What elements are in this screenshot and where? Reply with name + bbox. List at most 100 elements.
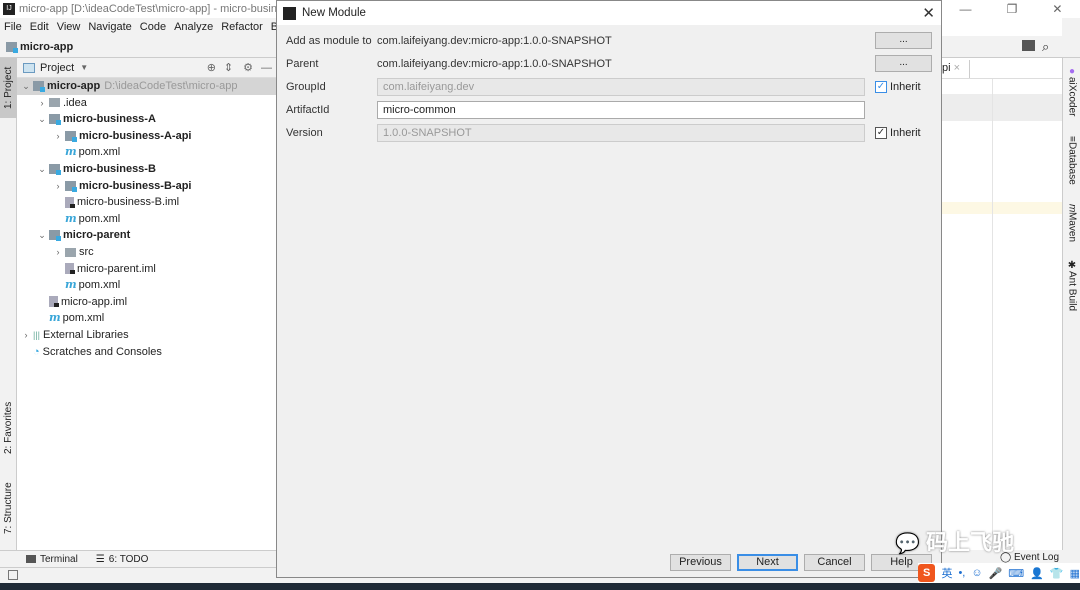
- microphone-icon[interactable]: 🎤: [989, 567, 1003, 580]
- cancel-button[interactable]: Cancel: [804, 554, 865, 571]
- parent-browse-button[interactable]: ...: [875, 55, 932, 72]
- tree-item[interactable]: › ||| External Libraries: [17, 327, 276, 344]
- tree-item[interactable]: ⌄ micro-parent: [17, 227, 276, 244]
- tab-structure[interactable]: 7: Structure: [0, 473, 17, 543]
- previous-button[interactable]: Previous: [670, 554, 731, 571]
- tab-todo[interactable]: 6: TODO: [109, 554, 149, 565]
- tree-item-label: micro-parent: [63, 229, 131, 242]
- tree-item-label: micro-business-A-api: [79, 129, 192, 142]
- menu-navigate[interactable]: Navigate: [88, 21, 131, 33]
- event-log-icon: ◯: [1000, 552, 1012, 563]
- close-icon[interactable]: ✕: [922, 4, 935, 22]
- tab-ant-build[interactable]: ✱ Ant Build: [1063, 260, 1080, 320]
- tree-item[interactable]: m pom.xml: [17, 144, 276, 161]
- chevron-right-icon[interactable]: ›: [51, 128, 65, 145]
- tab-maven[interactable]: m Maven: [1063, 204, 1080, 249]
- editor-tab[interactable]: pi ×: [942, 60, 970, 78]
- main-toolbar: ⌕: [942, 36, 1062, 58]
- menu-file[interactable]: File: [4, 21, 22, 33]
- tree-item[interactable]: › .idea: [17, 95, 276, 112]
- version-inherit-checkbox[interactable]: ✓ Inherit: [875, 127, 921, 139]
- tree-item[interactable]: ⌄ micro-business-B: [17, 161, 276, 178]
- punctuation-icon[interactable]: •,: [958, 567, 965, 579]
- module-icon: [49, 230, 61, 242]
- iml-file-icon: [65, 196, 75, 208]
- tree-item-label: pom.xml: [62, 312, 105, 325]
- chevron-down-icon[interactable]: ⌄: [35, 111, 49, 128]
- gear-icon[interactable]: ⚙: [243, 61, 253, 74]
- version-input[interactable]: 1.0.0-SNAPSHOT: [377, 124, 865, 142]
- groupid-inherit-checkbox[interactable]: ✓ Inherit: [875, 81, 921, 93]
- grid-icon[interactable]: ▦: [1070, 567, 1080, 580]
- tree-item[interactable]: m pom.xml: [17, 310, 276, 327]
- add-as-module-browse-button[interactable]: ...: [875, 32, 932, 49]
- search-icon[interactable]: ⌕: [1042, 39, 1049, 55]
- tree-item-label: micro-business-B: [63, 162, 156, 175]
- chevron-right-icon[interactable]: ›: [51, 178, 65, 195]
- artifactid-input[interactable]: micro-common: [377, 101, 865, 119]
- chevron-right-icon[interactable]: ›: [51, 244, 65, 261]
- tree-item[interactable]: › micro-business-A-api: [17, 128, 276, 145]
- project-structure-icon[interactable]: [1022, 40, 1035, 51]
- folder-icon: [65, 247, 76, 257]
- tree-item[interactable]: › micro-business-B-api: [17, 178, 276, 195]
- ime-language[interactable]: 英: [941, 565, 952, 581]
- tree-item[interactable]: micro-parent.iml: [17, 261, 276, 278]
- project-view-dropdown[interactable]: Project: [40, 62, 74, 74]
- ime-toolbar: S 英 •, ☺ 🎤 ⌨ 👤 👕 ▦: [918, 563, 1080, 583]
- sogou-logo-icon[interactable]: S: [918, 564, 936, 582]
- groupid-input[interactable]: com.laifeiyang.dev: [377, 78, 865, 96]
- chevron-right-icon[interactable]: ›: [19, 327, 33, 344]
- locate-icon[interactable]: ⊕: [207, 61, 216, 74]
- keyboard-icon[interactable]: ⌨: [1008, 567, 1024, 580]
- tree-item[interactable]: ⌄ micro-app D:\ideaCodeTest\micro-app: [17, 78, 276, 95]
- editor-line: [942, 94, 1062, 121]
- emoji-icon[interactable]: ☺: [971, 567, 982, 579]
- terminal-icon: [26, 555, 36, 563]
- tree-item[interactable]: m pom.xml: [17, 211, 276, 228]
- menu-view[interactable]: View: [57, 21, 81, 33]
- bottom-tool-bar: Terminal ☰ 6: TODO: [0, 550, 276, 567]
- tree-item[interactable]: micro-business-B.iml: [17, 194, 276, 211]
- chevron-down-icon[interactable]: ▼: [80, 63, 88, 72]
- tab-maven-label: Maven: [1066, 212, 1078, 243]
- chevron-right-icon[interactable]: ›: [35, 95, 49, 112]
- close-tab-icon[interactable]: ×: [954, 62, 960, 74]
- chevron-down-icon[interactable]: ⌄: [35, 227, 49, 244]
- tab-project[interactable]: 1: Project: [0, 58, 17, 118]
- close-window-icon[interactable]: ✕: [1052, 2, 1062, 16]
- menu-edit[interactable]: Edit: [30, 21, 49, 33]
- tree-item[interactable]: ⌄ micro-business-A: [17, 111, 276, 128]
- tree-item-label: micro-parent.iml: [77, 262, 156, 275]
- tree-item[interactable]: m pom.xml: [17, 277, 276, 294]
- menu-refactor[interactable]: Refactor: [221, 21, 263, 33]
- tree-item[interactable]: micro-app.iml: [17, 294, 276, 311]
- tree-item[interactable]: › src: [17, 244, 276, 261]
- event-log[interactable]: ◯ Event Log: [1000, 552, 1059, 563]
- tab-favorites-label: 2: Favorites: [3, 401, 14, 455]
- tab-terminal[interactable]: Terminal: [40, 554, 78, 565]
- tool-windows-icon[interactable]: [8, 570, 18, 580]
- tree-item-path: D:\ideaCodeTest\micro-app: [104, 80, 238, 92]
- tree-item[interactable]: ◔ Scratches and Consoles: [17, 344, 276, 361]
- tab-database[interactable]: ≡ Database: [1063, 136, 1080, 196]
- next-button[interactable]: Next: [737, 554, 798, 571]
- skin-icon[interactable]: 👕: [1050, 567, 1064, 580]
- menu-code[interactable]: Code: [140, 21, 166, 33]
- breadcrumb-project[interactable]: micro-app: [20, 41, 73, 53]
- caret-line: [942, 202, 1062, 214]
- collapse-icon[interactable]: ⇕: [224, 61, 233, 74]
- restore-icon[interactable]: ❐: [1007, 2, 1018, 16]
- minimize-icon[interactable]: —: [960, 2, 972, 16]
- module-icon: [65, 180, 77, 192]
- user-icon[interactable]: 👤: [1030, 567, 1044, 580]
- hide-icon[interactable]: —: [261, 62, 272, 74]
- tab-favorites[interactable]: 2: Favorites: [0, 393, 17, 463]
- left-tool-stripe: 1: Project 2: Favorites 7: Structure: [0, 58, 17, 550]
- chevron-down-icon[interactable]: ⌄: [35, 161, 49, 178]
- tab-aixcoder[interactable]: ● aiXcoder: [1063, 66, 1080, 131]
- groupid-label: GroupId: [286, 81, 326, 93]
- menu-analyze[interactable]: Analyze: [174, 21, 213, 33]
- new-module-dialog: New Module ✕ Add as module to com.laifei…: [276, 0, 942, 578]
- chevron-down-icon[interactable]: ⌄: [19, 78, 33, 95]
